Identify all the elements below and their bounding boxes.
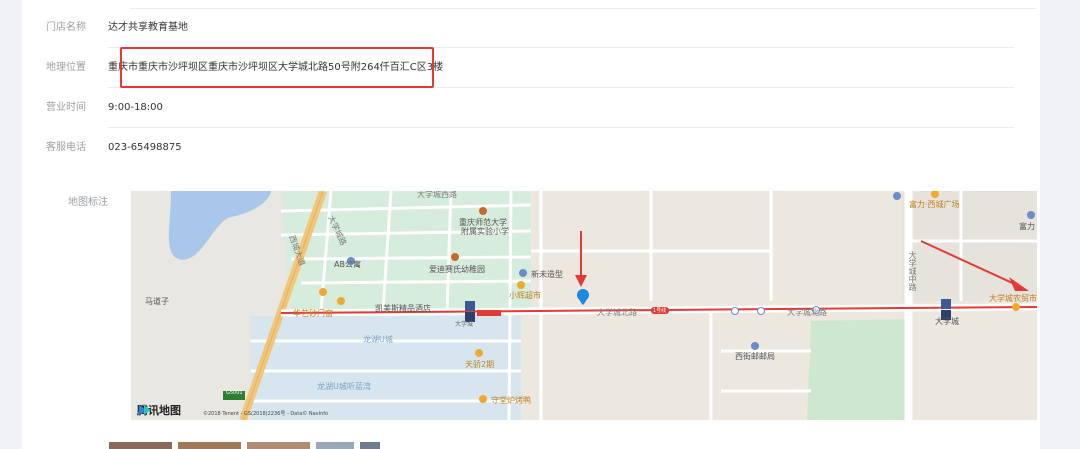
- row-phone: 客服电话 023-65498875: [22, 128, 1040, 168]
- map-provider-logo: 腾讯地图: [137, 402, 181, 418]
- place-label: 新未造型: [531, 270, 563, 279]
- place-label: 大学城农贸市: [989, 294, 1037, 303]
- photo-thumbnail[interactable]: [360, 442, 380, 449]
- map-view[interactable]: 马道子 AB公寓 重庆师范大学 附属实验小学 爱迪赛氏幼稚园 新未造型 小辉超市…: [131, 191, 1037, 420]
- place-label: AB公寓: [334, 260, 361, 269]
- place-label: 守堂炉烤鸭: [491, 396, 531, 405]
- map-copyright: ©2018 Tenent - GS(2018)2236号 - Data© Nav…: [203, 411, 329, 417]
- tencent-map-icon: [139, 405, 151, 415]
- row-store-name: 门店名称 达才共享教育基地: [22, 8, 1040, 48]
- store-detail-panel: 门店名称 达才共享教育基地 地理位置 重庆市重庆市沙坪坝区重庆市沙坪坝区大学城北…: [22, 0, 1040, 449]
- map-label: 地图标注: [68, 197, 108, 208]
- road-label: 大学城北路: [787, 308, 827, 317]
- place-label: 龙湖U城听蓝湾: [317, 382, 371, 391]
- row-hours: 营业时间 9:00-18:00: [22, 88, 1040, 128]
- store-name-label: 门店名称: [46, 22, 86, 33]
- place-label: 马道子: [145, 297, 169, 306]
- road-label: 大学城西路: [417, 191, 457, 199]
- location-highlight-box: [120, 47, 434, 88]
- hours-value: 9:00-18:00: [108, 102, 163, 113]
- place-label: 天骄2期: [465, 360, 495, 369]
- place-label: 富力·西城广场: [909, 200, 960, 209]
- place-label: 爱迪赛氏幼稚园: [429, 265, 485, 274]
- photo-thumbnail[interactable]: [109, 442, 172, 449]
- place-label: 龙湖U城: [363, 335, 393, 344]
- place-label: 附属实验小学: [461, 227, 509, 236]
- phone-label: 客服电话: [46, 142, 86, 153]
- hours-label: 营业时间: [46, 102, 86, 113]
- place-label: 小辉超市: [509, 291, 541, 300]
- photo-thumbnail[interactable]: [178, 442, 241, 449]
- place-label: 大学城: [455, 321, 474, 328]
- place-label: 大学城: [935, 317, 959, 326]
- metro-badge: 1号线: [653, 308, 667, 314]
- location-label: 地理位置: [46, 62, 86, 73]
- place-label: 华艺砂门窗: [293, 309, 333, 318]
- store-name-value: 达才共享教育基地: [108, 22, 188, 33]
- photo-thumbnail[interactable]: [247, 442, 310, 449]
- road-label: 大学城中路: [908, 251, 917, 291]
- phone-value: 023-65498875: [108, 142, 182, 153]
- place-label: 西街邮邮局: [735, 352, 775, 361]
- highway-badge: G5001: [226, 390, 243, 396]
- map-canvas: [131, 191, 1037, 420]
- place-label: 凯美斯精品酒店: [375, 304, 431, 313]
- place-label: 富力: [1019, 222, 1035, 231]
- road-label: 大学城北路: [597, 308, 637, 317]
- photo-thumbnail[interactable]: [316, 442, 354, 449]
